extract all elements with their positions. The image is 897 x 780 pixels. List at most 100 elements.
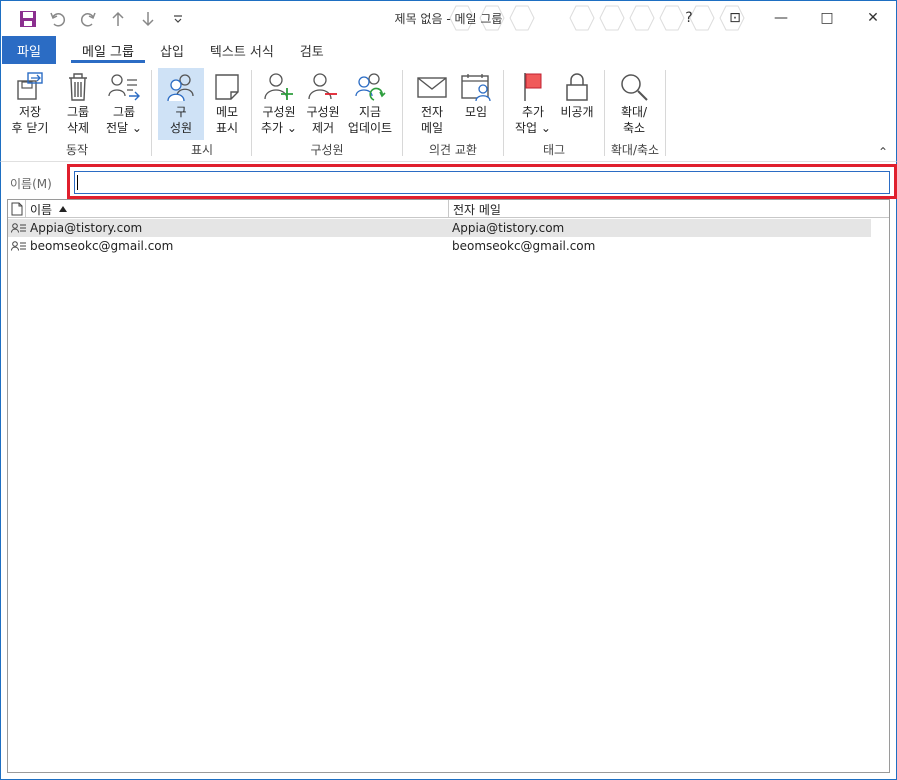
update-now-button[interactable]: 지금 업데이트 [346, 68, 394, 140]
contact-card-icon [8, 223, 30, 233]
group-name-input[interactable] [74, 171, 890, 194]
group-label-zoom: 확대/축소 [610, 143, 660, 157]
group-communicate: 전자 메일 모임 의견 교환 [405, 68, 501, 158]
notes-button[interactable]: 메모 표시 [204, 68, 250, 140]
maximize-button[interactable]: □ [804, 1, 850, 35]
table-row[interactable]: Appia@tistory.com Appia@tistory.com [8, 219, 871, 237]
email-label-1: 전자 [420, 105, 444, 119]
save-close-button[interactable]: 저장 후 닫기 [7, 68, 53, 140]
note-icon [210, 70, 244, 104]
save-close-label-2: 후 닫기 [11, 121, 49, 135]
add-members-label-2: 추가 ⌄ [261, 121, 297, 135]
group-show: 구 성원 메모 표시 표시 [154, 68, 250, 158]
update-now-label-2: 업데이트 [347, 121, 393, 135]
document-icon [11, 202, 22, 216]
update-members-icon [353, 70, 387, 104]
delete-group-button[interactable]: 그룹 삭제 [55, 68, 101, 140]
forward-group-label-1: 그룹 [112, 105, 136, 119]
title-bar: 제목 없음 - 메일 그룹 ? ⊡ — □ ✕ [0, 0, 897, 36]
group-separator [251, 70, 252, 156]
tab-file[interactable]: 파일 [2, 36, 56, 64]
save-close-icon [13, 70, 47, 104]
name-label: 이름(M) [10, 177, 52, 191]
list-header: 이름 전자 메일 [8, 200, 889, 218]
tab-review[interactable]: 검토 [287, 36, 337, 64]
zoom-label-1: 확대/ [620, 105, 648, 119]
group-members: 구성원 추가 ⌄ 구성원 제거 지금 업데이트 구성원 [254, 68, 400, 158]
magnifier-icon [617, 70, 651, 104]
header-icon-column[interactable] [8, 200, 26, 218]
close-button[interactable]: ✕ [850, 1, 896, 35]
remove-member-label-2: 제거 [311, 121, 335, 135]
forward-group-button[interactable]: 그룹 전달 ⌄ [101, 68, 147, 140]
delete-group-label-1: 그룹 [66, 105, 90, 119]
zoom-label-2: 축소 [622, 121, 646, 135]
window-border-left [0, 200, 1, 780]
members-label-2: 성원 [169, 121, 193, 135]
forward-group-label-2: 전달 ⌄ [106, 121, 142, 135]
add-members-label-1: 구성원 [262, 105, 296, 119]
collapse-ribbon-icon[interactable]: ⌃ [878, 145, 888, 159]
group-zoom: 확대/ 축소 확대/축소 [605, 68, 665, 158]
add-members-button[interactable]: 구성원 추가 ⌄ [256, 68, 302, 140]
header-name-label: 이름 [30, 202, 53, 217]
member-list[interactable]: 이름 전자 메일 Appia@tistory.com Appia@tistory… [7, 199, 890, 773]
group-name-row: 이름(M) [0, 162, 897, 200]
notes-label-2: 표시 [215, 121, 239, 135]
row-name: Appia@tistory.com [30, 221, 143, 235]
lock-icon [560, 70, 594, 104]
meeting-icon [459, 70, 493, 104]
remove-member-icon [306, 70, 340, 104]
email-label-2: 메일 [420, 121, 444, 135]
help-button[interactable]: ? [666, 1, 712, 35]
remove-member-button[interactable]: 구성원 제거 [300, 68, 346, 140]
private-button[interactable]: 비공개 [554, 68, 600, 140]
row-email: Appia@tistory.com [452, 221, 565, 235]
group-tags: 추가 작업 ⌄ 비공개 태그 [506, 68, 602, 158]
sort-ascending-icon [59, 206, 68, 212]
contact-card-icon [8, 241, 30, 251]
group-separator [402, 70, 403, 156]
header-email[interactable]: 전자 메일 [449, 200, 501, 218]
flag-icon [516, 70, 550, 104]
tab-format-text[interactable]: 텍스트 서식 [197, 36, 287, 64]
delete-group-label-2: 삭제 [66, 121, 90, 135]
group-label-actions: 동작 [65, 143, 89, 157]
ribbon: 저장 후 닫기 그룹 삭제 그룹 전달 ⌄ 동작 구 성원 메모 표시 표시 구… [0, 64, 897, 162]
trash-icon [61, 70, 95, 104]
group-actions: 저장 후 닫기 그룹 삭제 그룹 전달 ⌄ 동작 [5, 68, 149, 158]
zoom-button[interactable]: 확대/ 축소 [611, 68, 657, 140]
notes-label-1: 메모 [215, 105, 239, 119]
private-label: 비공개 [560, 105, 594, 119]
group-label-members: 구성원 [310, 143, 344, 157]
follow-up-label-1: 추가 [521, 105, 545, 119]
forward-group-icon [107, 70, 141, 104]
row-email: beomseokc@gmail.com [452, 239, 596, 253]
save-close-label-1: 저장 [18, 105, 42, 119]
table-row[interactable]: beomseokc@gmail.com beomseokc@gmail.com [8, 237, 871, 255]
add-member-icon [262, 70, 296, 104]
update-now-label-1: 지금 [358, 105, 382, 119]
window-controls: ? ⊡ — □ ✕ [666, 1, 896, 35]
meeting-button[interactable]: 모임 [453, 68, 499, 140]
group-label-tags: 태그 [542, 143, 566, 157]
group-separator [151, 70, 152, 156]
group-separator [503, 70, 504, 156]
members-label-1: 구 [175, 105, 187, 119]
group-label-communicate: 의견 교환 [429, 143, 477, 157]
header-name[interactable]: 이름 [26, 200, 449, 218]
meeting-label: 모임 [464, 105, 488, 119]
ribbon-display-options-button[interactable]: ⊡ [712, 1, 758, 35]
minimize-button[interactable]: — [758, 1, 804, 35]
envelope-icon [415, 70, 449, 104]
members-view-button[interactable]: 구 성원 [158, 68, 204, 140]
follow-up-button[interactable]: 추가 작업 ⌄ [510, 68, 556, 140]
row-name: beomseokc@gmail.com [30, 239, 174, 253]
group-separator [665, 70, 666, 156]
ribbon-tabs: 파일 메일 그룹 삽입 텍스트 서식 검토 [0, 36, 897, 64]
tab-insert[interactable]: 삽입 [147, 36, 197, 64]
text-cursor [77, 175, 78, 190]
email-button[interactable]: 전자 메일 [409, 68, 455, 140]
tab-contact-group[interactable]: 메일 그룹 [69, 36, 147, 64]
remove-member-label-1: 구성원 [306, 105, 340, 119]
